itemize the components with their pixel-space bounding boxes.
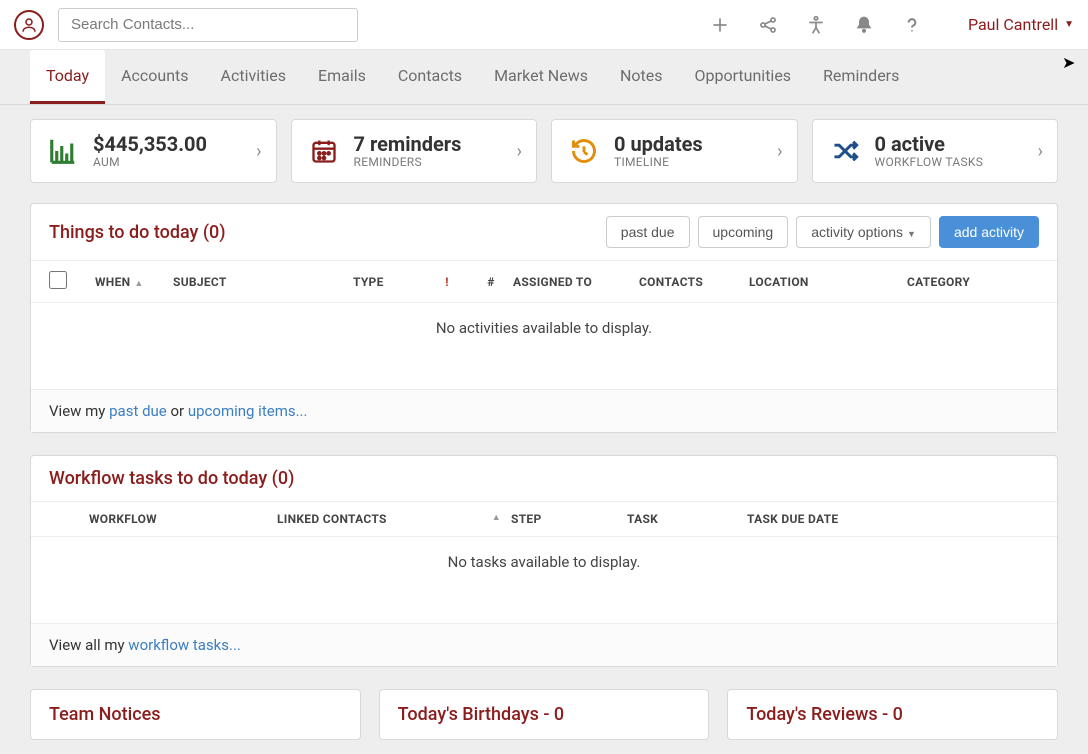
col-assigned-to[interactable]: ASSIGNED TO [513,275,639,289]
reviews-card: Today's Reviews - 0 [727,689,1058,740]
accessibility-icon[interactable] [806,15,826,35]
select-all-checkbox[interactable] [49,271,67,289]
col-location[interactable]: LOCATION [749,275,907,289]
shuffle-icon [829,135,861,167]
col-number[interactable]: # [469,275,513,289]
main-tabs: Today Accounts Activities Emails Contact… [0,50,1088,105]
tab-accounts[interactable]: Accounts [105,50,204,104]
tab-activities[interactable]: Activities [205,50,302,104]
user-avatar-icon[interactable] [14,10,44,40]
birthdays-card: Today's Birthdays - 0 [379,689,710,740]
col-contacts[interactable]: CONTACTS [639,275,749,289]
plus-icon[interactable] [710,15,730,35]
workflow-empty-message: No tasks available to display. [31,537,1057,623]
workflow-table-header: WORKFLOW LINKED CONTACTS▲ STEP TASK TASK… [31,501,1057,537]
col-priority[interactable]: ! [425,275,469,289]
share-icon[interactable] [758,15,778,35]
todo-empty-message: No activities available to display. [31,303,1057,389]
chevron-right-icon: › [517,141,522,162]
team-notices-title: Team Notices [49,704,342,725]
stat-row: $445,353.00 AUM › 7 reminders REMINDERS … [30,119,1058,183]
sort-asc-icon: ▲ [492,512,501,523]
stat-updates-label: TIMELINE [614,155,703,169]
stat-workflow-label: WORKFLOW TASKS [875,155,984,169]
workflow-title: Workflow tasks to do today (0) [49,468,294,489]
tab-notes[interactable]: Notes [604,50,679,104]
col-type[interactable]: TYPE [353,275,425,289]
sort-asc-icon: ▲ [134,279,143,289]
stat-updates[interactable]: 0 updates TIMELINE › [551,119,798,183]
past-due-button[interactable]: past due [606,216,690,248]
chevron-right-icon: › [777,141,782,162]
past-due-link[interactable]: past due [109,402,167,420]
col-step[interactable]: STEP [511,512,627,526]
col-category[interactable]: CATEGORY [907,275,1039,289]
workflow-panel: Workflow tasks to do today (0) WORKFLOW … [30,455,1058,667]
col-subject[interactable]: SUBJECT [173,275,353,289]
history-icon [568,135,600,167]
stat-workflow[interactable]: 0 active WORKFLOW TASKS › [812,119,1059,183]
tab-market-news[interactable]: Market News [478,50,604,104]
stat-reminders-value: 7 reminders [354,133,462,155]
stat-aum-label: AUM [93,155,207,169]
chevron-down-icon: ▼ [1064,19,1074,30]
col-linked-contacts[interactable]: LINKED CONTACTS▲ [277,512,511,526]
tab-reminders[interactable]: Reminders [807,50,915,104]
chevron-right-icon: › [1038,141,1043,162]
bottom-row: Team Notices Today's Birthdays - 0 Today… [30,689,1058,740]
todo-table-header: WHEN▲ SUBJECT TYPE ! # ASSIGNED TO CONTA… [31,260,1057,303]
col-workflow[interactable]: WORKFLOW [89,512,277,526]
birthdays-title: Today's Birthdays - 0 [398,704,691,725]
stat-aum[interactable]: $445,353.00 AUM › [30,119,277,183]
upcoming-button[interactable]: upcoming [698,216,789,248]
stat-aum-value: $445,353.00 [93,133,207,155]
bell-icon[interactable] [854,15,874,35]
col-task-due-date[interactable]: TASK DUE DATE [747,512,1039,526]
stat-updates-value: 0 updates [614,133,703,155]
main-content: $445,353.00 AUM › 7 reminders REMINDERS … [0,105,1088,754]
stat-workflow-value: 0 active [875,133,984,155]
col-task[interactable]: TASK [627,512,747,526]
search-input[interactable] [58,8,358,42]
col-when[interactable]: WHEN▲ [95,275,173,289]
chevron-right-icon: › [256,141,261,162]
calendar-icon [308,135,340,167]
reviews-title: Today's Reviews - 0 [746,704,1039,725]
workflow-tasks-link[interactable]: workflow tasks... [128,636,241,654]
stat-reminders[interactable]: 7 reminders REMINDERS › [291,119,538,183]
user-menu[interactable]: Paul Cantrell ▼ [968,15,1074,34]
workflow-footer: View all my workflow tasks... [31,623,1057,666]
stat-reminders-label: REMINDERS [354,155,462,169]
user-name: Paul Cantrell [968,15,1058,34]
top-bar-actions: Paul Cantrell ▼ [710,15,1074,35]
tab-today[interactable]: Today [30,50,105,104]
tab-contacts[interactable]: Contacts [382,50,478,104]
help-icon[interactable] [902,15,922,35]
top-bar: Paul Cantrell ▼ [0,0,1088,50]
tab-emails[interactable]: Emails [302,50,382,104]
upcoming-items-link[interactable]: upcoming items... [188,402,308,420]
tab-opportunities[interactable]: Opportunities [679,50,808,104]
activity-options-button[interactable]: activity options▼ [796,216,931,248]
todo-title: Things to do today (0) [49,222,226,243]
todo-panel: Things to do today (0) past due upcoming… [30,203,1058,433]
chevron-down-icon: ▼ [907,229,916,239]
add-activity-button[interactable]: add activity [939,216,1039,248]
todo-footer: View my past due or upcoming items... [31,389,1057,432]
bar-chart-icon [47,135,79,167]
team-notices-card: Team Notices [30,689,361,740]
